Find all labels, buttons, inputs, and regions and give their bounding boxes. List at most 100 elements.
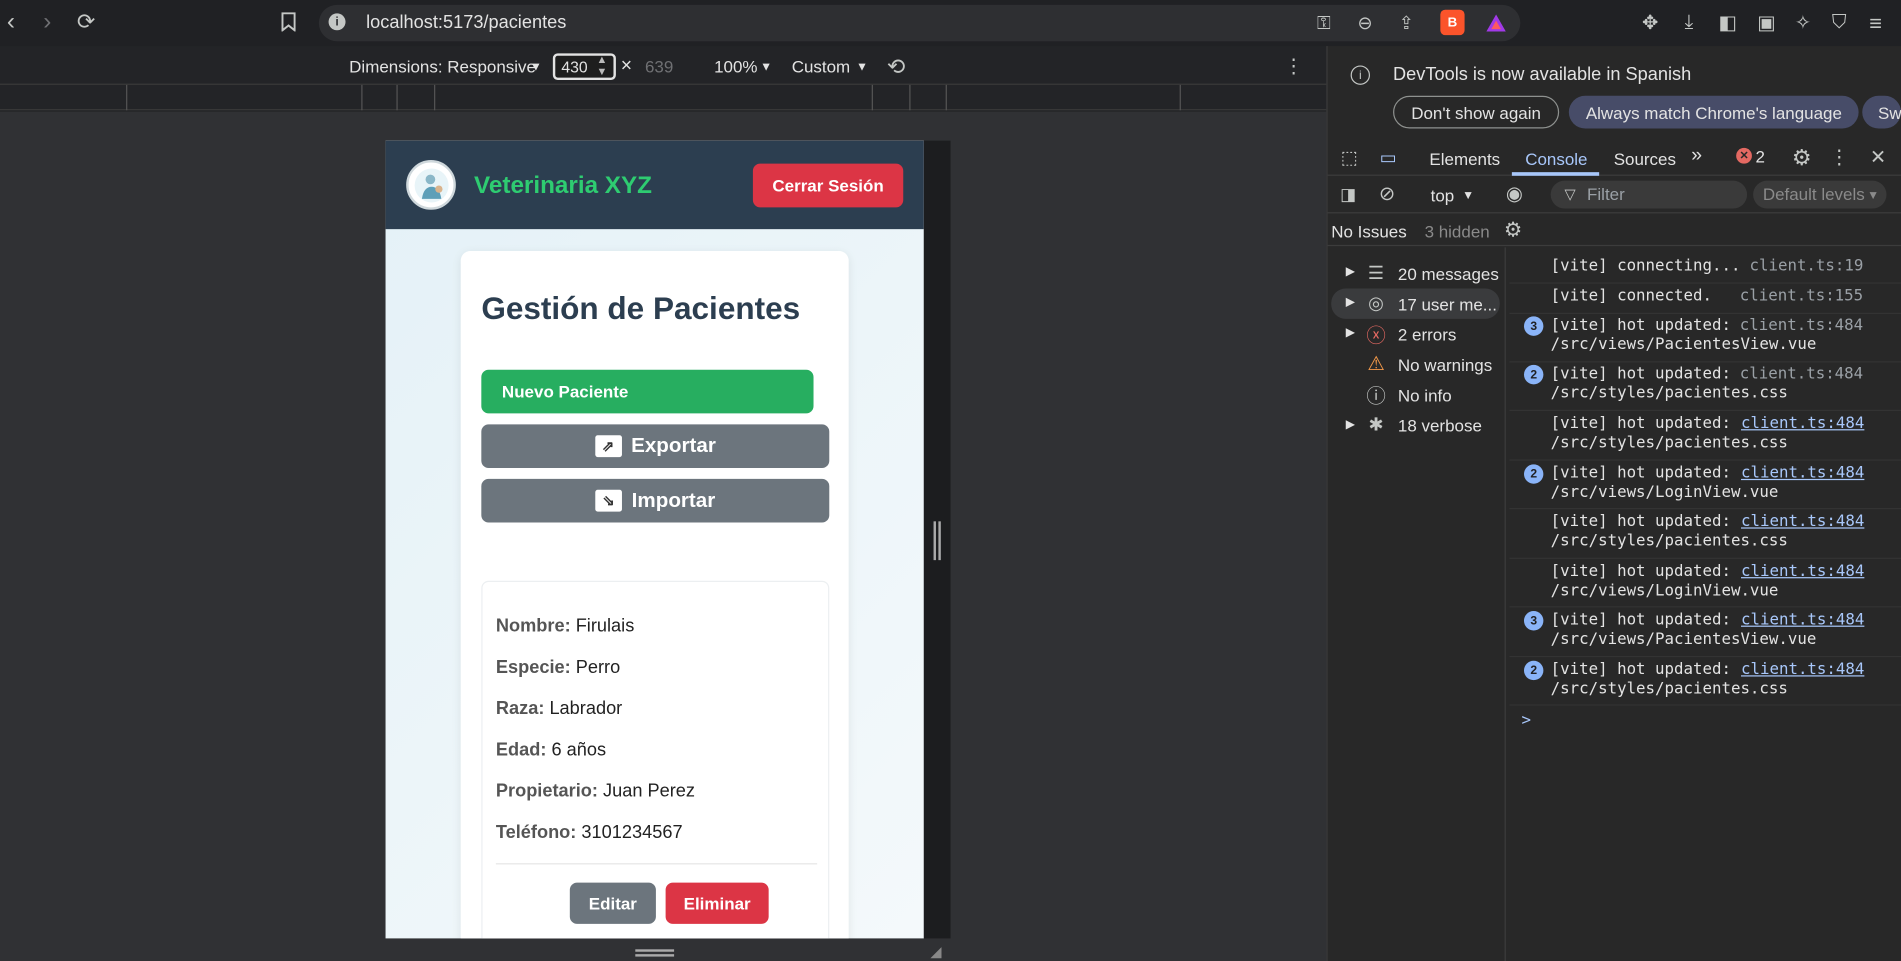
- menu-icon[interactable]: ≡: [1862, 10, 1889, 37]
- dimensions-select[interactable]: Dimensions: Responsive: [349, 57, 536, 76]
- console-prompt[interactable]: >: [1522, 712, 1531, 731]
- log-source-link[interactable]: client.ts:484: [1741, 661, 1864, 679]
- expand-arrow-icon[interactable]: ▶: [1346, 296, 1355, 309]
- ruler-tick: [396, 84, 398, 111]
- log-source-link[interactable]: client.ts:19: [1749, 257, 1863, 275]
- tab-sources[interactable]: Sources: [1614, 149, 1676, 168]
- log-source-link[interactable]: client.ts:484: [1741, 415, 1864, 433]
- more-tabs-icon[interactable]: »: [1691, 145, 1702, 167]
- extensions-icon[interactable]: ✥: [1637, 10, 1664, 37]
- info-icon: ⓘ: [1366, 386, 1386, 408]
- tab-console[interactable]: Console: [1525, 149, 1587, 168]
- height-input[interactable]: 639: [645, 57, 673, 76]
- log-source-link[interactable]: client.ts:484: [1741, 611, 1864, 629]
- more-options-icon[interactable]: ⋮: [1830, 145, 1849, 169]
- error-count[interactable]: 2: [1756, 147, 1765, 166]
- logout-button[interactable]: Cerrar Sesión: [752, 163, 904, 208]
- reload-icon[interactable]: ⟳: [73, 8, 100, 35]
- resize-corner-icon[interactable]: ◢: [926, 942, 945, 961]
- expand-arrow-icon[interactable]: ▶: [1346, 418, 1355, 431]
- switch-language-button[interactable]: Sw: [1862, 95, 1901, 129]
- patient-species: Especie: Perro: [495, 657, 621, 678]
- console-settings-icon[interactable]: ⚙: [1501, 218, 1525, 242]
- log-source-link[interactable]: client.ts:484: [1741, 464, 1864, 482]
- dont-show-again-button[interactable]: Don't show again: [1393, 95, 1560, 129]
- close-icon[interactable]: ✕: [1867, 145, 1889, 169]
- sidebar-icon[interactable]: ◧: [1714, 10, 1741, 37]
- brave-rewards-icon[interactable]: [1484, 11, 1508, 35]
- settings-icon[interactable]: ⚙: [1790, 145, 1814, 169]
- throttle-select[interactable]: Custom: [792, 57, 850, 76]
- url-text[interactable]: localhost:5173/pacientes: [366, 12, 566, 33]
- share-icon[interactable]: ⇪: [1394, 11, 1418, 35]
- leo-ai-icon[interactable]: ✧: [1790, 10, 1817, 37]
- log-divider: [1509, 655, 1901, 658]
- live-expression-icon[interactable]: ◉: [1501, 183, 1528, 205]
- log-source-link[interactable]: client.ts:484: [1741, 563, 1864, 581]
- log-source-link[interactable]: client.ts:484: [1741, 513, 1864, 531]
- context-select[interactable]: top: [1431, 185, 1455, 204]
- sidebar-item-verbose[interactable]: 18 verbose: [1398, 416, 1482, 435]
- sidebar-toggle-icon[interactable]: ◨: [1337, 183, 1359, 205]
- key-icon[interactable]: ⚿: [1312, 11, 1336, 35]
- brave-shields-icon[interactable]: B: [1440, 9, 1465, 36]
- ruler-tick: [945, 84, 947, 111]
- divider: [495, 863, 818, 865]
- browser-window: ‹ › ⟳ i localhost:5173/pacientes ⚿ ⊖ ⇪ B…: [0, 0, 1901, 961]
- vpn-icon[interactable]: ⛉: [1826, 10, 1853, 37]
- zoom-select[interactable]: 100%: [714, 57, 757, 76]
- log-source-link[interactable]: client.ts:484: [1740, 316, 1863, 334]
- sidebar-item-info[interactable]: No info: [1398, 386, 1452, 405]
- delete-button[interactable]: Eliminar: [665, 882, 769, 924]
- tab-elements[interactable]: Elements: [1429, 149, 1500, 168]
- media-query-ruler[interactable]: [0, 84, 1327, 111]
- inspect-element-icon[interactable]: ⬚: [1338, 147, 1360, 169]
- clear-console-icon[interactable]: ⊘: [1376, 183, 1398, 205]
- more-options-icon[interactable]: ⋮: [1284, 53, 1303, 80]
- wallet-icon[interactable]: ▣: [1753, 10, 1780, 37]
- emulated-page: Veterinaria XYZ Cerrar Sesión Gestión de…: [385, 140, 924, 939]
- sidebar-item-errors[interactable]: 2 errors: [1398, 325, 1456, 344]
- filter-input[interactable]: Filter: [1550, 180, 1748, 209]
- app-header: Veterinaria XYZ Cerrar Sesión: [385, 140, 924, 230]
- export-button[interactable]: ⇗ Exportar: [481, 424, 830, 468]
- bug-icon: ✱: [1368, 414, 1384, 436]
- log-message: [vite] connected.: [1550, 287, 1712, 306]
- match-language-button[interactable]: Always match Chrome's language: [1568, 95, 1859, 129]
- error-icon[interactable]: ✕: [1736, 147, 1752, 164]
- resize-handle-right[interactable]: [933, 521, 941, 561]
- bookmark-icon[interactable]: [278, 10, 300, 34]
- patient-name: Nombre: Firulais: [495, 615, 635, 637]
- issues-count[interactable]: No Issues: [1331, 222, 1406, 241]
- log-divider: [1509, 507, 1901, 510]
- language-notice: DevTools is now available in Spanish: [1393, 64, 1692, 85]
- log-source-link[interactable]: client.ts:484: [1740, 365, 1863, 383]
- new-patient-button[interactable]: Nuevo Paciente: [481, 369, 814, 414]
- download-icon[interactable]: ⤓: [1676, 10, 1703, 37]
- patient-owner: Propietario: Juan Perez: [495, 780, 696, 802]
- sidebar-item-messages[interactable]: 20 messages: [1398, 264, 1499, 283]
- log-source-link[interactable]: client.ts:155: [1740, 287, 1863, 305]
- log-divider: [1509, 606, 1901, 608]
- chevron-down-icon: ▼: [1867, 189, 1880, 203]
- back-icon[interactable]: ‹: [0, 8, 22, 35]
- site-info-icon[interactable]: i: [328, 13, 346, 31]
- forward-icon[interactable]: ›: [36, 8, 58, 35]
- device-toggle-icon[interactable]: ▭: [1376, 147, 1400, 169]
- zoom-icon[interactable]: ⊖: [1353, 11, 1377, 35]
- patient-phone: Teléfono: 3101234567: [495, 822, 683, 843]
- expand-arrow-icon[interactable]: ▶: [1346, 326, 1355, 339]
- repeat-count-badge: 3: [1523, 316, 1544, 336]
- hidden-count[interactable]: 3 hidden: [1425, 222, 1490, 241]
- sidebar-item-user-messages[interactable]: 17 user me...: [1398, 295, 1497, 314]
- resize-handle-bottom[interactable]: [635, 949, 675, 957]
- spinner-icon[interactable]: ▲ ▼: [597, 53, 608, 77]
- sidebar-item-warnings[interactable]: No warnings: [1398, 355, 1492, 374]
- import-button[interactable]: ⇘ Importar: [481, 478, 830, 523]
- rotate-icon[interactable]: ⟲: [883, 53, 910, 80]
- expand-arrow-icon[interactable]: ▶: [1346, 266, 1355, 279]
- import-label: Importar: [631, 488, 716, 512]
- vet-avatar-icon: [414, 167, 448, 202]
- edit-button[interactable]: Editar: [569, 882, 656, 924]
- list-icon: ☰: [1367, 263, 1385, 284]
